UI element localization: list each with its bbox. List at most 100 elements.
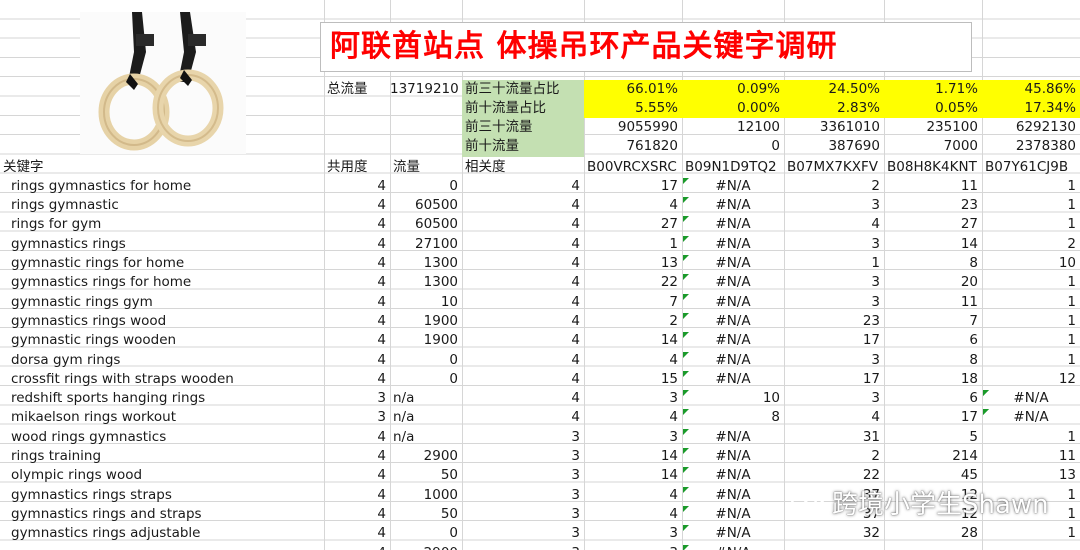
share-cell[interactable]: 4 (324, 486, 390, 505)
traffic-cell[interactable]: 10 (390, 293, 462, 312)
rank-cell[interactable]: 23 (884, 196, 982, 215)
rank-cell[interactable]: 1 (982, 177, 1080, 196)
summary-label[interactable]: 前十流量 (462, 137, 584, 156)
rank-cell[interactable]: 1 (982, 524, 1080, 543)
rank-cell[interactable]: #N/A (682, 331, 784, 350)
rank-cell[interactable]: #N/A (682, 428, 784, 447)
rank-cell[interactable]: #N/A (682, 235, 784, 254)
rank-cell[interactable]: 32 (784, 524, 884, 543)
rank-cell[interactable]: #N/A (682, 177, 784, 196)
rank-cell[interactable]: #N/A (982, 408, 1080, 427)
share-cell[interactable]: 4 (324, 544, 390, 550)
traffic-cell[interactable]: 0 (390, 177, 462, 196)
traffic-cell[interactable]: 1900 (390, 331, 462, 350)
rank-cell[interactable]: 7 (584, 293, 682, 312)
rank-cell[interactable] (784, 544, 884, 550)
rank-cell[interactable]: 8 (884, 254, 982, 273)
rank-cell[interactable]: #N/A (982, 389, 1080, 408)
summary-value[interactable]: 9055990 (584, 118, 682, 137)
keyword-cell[interactable]: gymnastics rings straps (8, 486, 324, 505)
summary-value[interactable]: 1.71% (884, 80, 982, 99)
summary-value[interactable]: 12100 (682, 118, 784, 137)
share-cell[interactable]: 4 (324, 370, 390, 389)
rank-cell[interactable]: 17 (784, 331, 884, 350)
relevance-cell[interactable]: 4 (462, 235, 584, 254)
rank-cell[interactable]: 3 (784, 196, 884, 215)
rank-cell[interactable]: 4 (784, 215, 884, 234)
rank-cell[interactable]: 1 (982, 428, 1080, 447)
rank-cell[interactable]: 10 (982, 254, 1080, 273)
keyword-cell[interactable]: gymnastics rings adjustable (8, 524, 324, 543)
rank-cell[interactable]: 22 (584, 273, 682, 292)
relevance-cell[interactable]: 3 (462, 505, 584, 524)
rank-cell[interactable]: 4 (584, 486, 682, 505)
share-cell[interactable]: 4 (324, 196, 390, 215)
traffic-cell[interactable]: n/a (390, 428, 462, 447)
traffic-cell[interactable]: 60500 (390, 196, 462, 215)
share-cell[interactable]: 4 (324, 215, 390, 234)
share-cell[interactable]: 4 (324, 235, 390, 254)
rank-cell[interactable]: 1 (982, 331, 1080, 350)
traffic-cell[interactable]: 2900 (390, 544, 462, 550)
share-cell[interactable]: 3 (324, 408, 390, 427)
rank-cell[interactable]: #N/A (682, 351, 784, 370)
rank-cell[interactable]: 12 (982, 370, 1080, 389)
rank-cell[interactable] (884, 544, 982, 550)
keyword-cell[interactable]: gymnastic rings gym (8, 293, 324, 312)
rank-cell[interactable]: 13 (584, 254, 682, 273)
relevance-cell[interactable]: 4 (462, 254, 584, 273)
traffic-cell[interactable]: n/a (390, 389, 462, 408)
share-cell[interactable]: 4 (324, 312, 390, 331)
traffic-cell[interactable]: 27100 (390, 235, 462, 254)
rank-cell[interactable]: 3 (784, 273, 884, 292)
rank-cell[interactable]: 20 (884, 273, 982, 292)
summary-value[interactable]: 0 (682, 137, 784, 156)
rank-cell[interactable]: 11 (884, 177, 982, 196)
rank-cell[interactable]: 7 (884, 312, 982, 331)
rank-cell[interactable]: #N/A (682, 273, 784, 292)
rank-cell[interactable]: 17 (884, 408, 982, 427)
rank-cell[interactable] (982, 544, 1080, 550)
rank-cell[interactable]: 3 (584, 544, 682, 550)
share-cell[interactable]: 4 (324, 351, 390, 370)
rank-cell[interactable]: #N/A (682, 505, 784, 524)
traffic-cell[interactable]: 60500 (390, 215, 462, 234)
summary-label[interactable]: 前三十流量 (462, 118, 584, 137)
relevance-cell[interactable]: 4 (462, 293, 584, 312)
keyword-cell[interactable]: mikaelson rings workout (8, 408, 324, 427)
summary-label[interactable]: 前三十流量占比 (462, 80, 584, 99)
rank-cell[interactable]: 1 (982, 273, 1080, 292)
rank-cell[interactable]: 4 (784, 408, 884, 427)
share-cell[interactable]: 4 (324, 293, 390, 312)
rank-cell[interactable]: 8 (682, 408, 784, 427)
rank-cell[interactable]: 10 (682, 389, 784, 408)
rank-cell[interactable]: 3 (784, 293, 884, 312)
rank-cell[interactable]: 28 (884, 524, 982, 543)
rank-cell[interactable]: 4 (584, 196, 682, 215)
traffic-cell[interactable]: n/a (390, 408, 462, 427)
keyword-cell[interactable]: rings training (8, 447, 324, 466)
rank-cell[interactable]: #N/A (682, 466, 784, 485)
column-header[interactable]: B07MX7KXFV (784, 158, 884, 177)
share-cell[interactable]: 4 (324, 273, 390, 292)
rank-cell[interactable]: #N/A (682, 370, 784, 389)
rank-cell[interactable]: 14 (884, 235, 982, 254)
summary-value[interactable]: 0.00% (682, 99, 784, 118)
rank-cell[interactable]: 18 (884, 370, 982, 389)
rank-cell[interactable]: 1 (982, 215, 1080, 234)
relevance-cell[interactable]: 3 (462, 466, 584, 485)
summary-value[interactable]: 3361010 (784, 118, 884, 137)
rank-cell[interactable]: 3 (784, 389, 884, 408)
rank-cell[interactable]: 15 (584, 370, 682, 389)
keyword-cell[interactable]: redshift sports hanging rings (8, 389, 324, 408)
summary-value[interactable]: 761820 (584, 137, 682, 156)
rank-cell[interactable]: #N/A (682, 293, 784, 312)
traffic-cell[interactable]: 1000 (390, 486, 462, 505)
column-header[interactable]: B00VRCXSRC (584, 158, 682, 177)
rank-cell[interactable]: 214 (884, 447, 982, 466)
share-cell[interactable]: 3 (324, 389, 390, 408)
share-cell[interactable]: 4 (324, 428, 390, 447)
relevance-cell[interactable]: 4 (462, 331, 584, 350)
rank-cell[interactable]: 11 (884, 293, 982, 312)
keyword-cell[interactable] (8, 544, 324, 550)
